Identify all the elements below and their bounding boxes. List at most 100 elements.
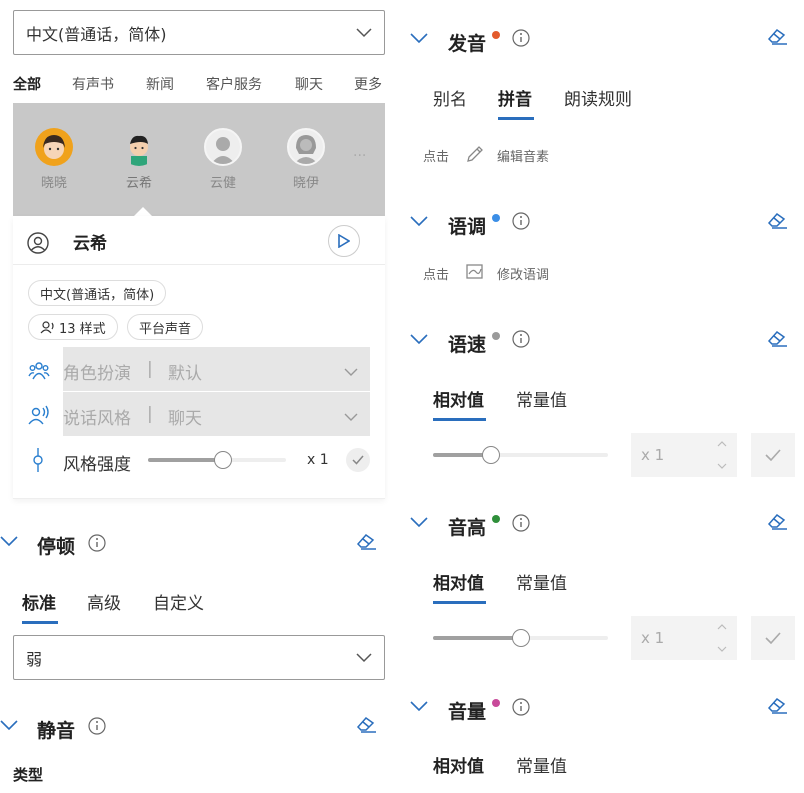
pitch-confirm-button[interactable]	[751, 616, 795, 660]
chevron-down-icon	[356, 652, 372, 662]
pitch-slider-thumb[interactable]	[512, 629, 530, 647]
info-icon[interactable]	[512, 29, 530, 47]
eraser-icon[interactable]	[356, 532, 378, 550]
chevron-down-icon[interactable]	[0, 720, 18, 731]
tab-relative[interactable]: 相对值	[433, 569, 484, 594]
pitch-slider-fill	[433, 636, 521, 640]
tab-alias[interactable]: 别名	[433, 85, 467, 110]
tab-active-underline	[22, 621, 58, 624]
category-tab-customer-service[interactable]: 客户服务	[206, 74, 262, 94]
avatar	[287, 128, 325, 166]
rate-value-input[interactable]: x 1	[631, 433, 737, 477]
role-play-separator: |	[147, 359, 153, 379]
voice-name: 晓伊	[292, 176, 319, 191]
tab-constant[interactable]: 常量值	[516, 386, 567, 411]
pronunciation-hint-click: 点击	[423, 150, 450, 165]
language-dropdown[interactable]: 中文(普通话，简体)	[13, 10, 385, 55]
stepper-icon[interactable]	[717, 622, 727, 654]
intonation-title: 语调	[448, 216, 487, 238]
tab-active-underline	[433, 418, 486, 421]
voice-card[interactable]: 晓晓	[24, 128, 84, 191]
category-tab-news[interactable]: 新闻	[146, 74, 174, 94]
pencil-icon	[467, 146, 483, 162]
edit-phoneme-link[interactable]: 编辑音素	[497, 146, 549, 165]
info-icon[interactable]	[88, 717, 106, 735]
category-tab-more[interactable]: 更多	[354, 74, 382, 94]
tab-custom[interactable]: 自定义	[153, 589, 204, 614]
eraser-icon[interactable]	[767, 27, 789, 45]
pitch-title: 音高	[448, 517, 487, 539]
intonation-status-dot	[492, 214, 500, 222]
category-tab-chat[interactable]: 聊天	[295, 74, 323, 94]
chevron-down-icon[interactable]	[410, 216, 428, 227]
speaking-style-value: 聊天	[168, 409, 202, 429]
language-dropdown-value: 中文(普通话，简体)	[26, 24, 167, 44]
check-icon	[352, 455, 364, 465]
speaking-style-separator: |	[147, 404, 153, 424]
play-icon	[338, 234, 350, 248]
eraser-icon[interactable]	[767, 696, 789, 714]
edit-intonation-link[interactable]: 修改语调	[497, 264, 549, 283]
pitch-value-input[interactable]: x 1	[631, 616, 737, 660]
chevron-down-icon[interactable]	[410, 334, 428, 345]
user-icon	[27, 232, 49, 254]
tab-relative[interactable]: 相对值	[433, 752, 484, 777]
role-play-icon	[28, 362, 50, 380]
category-tab-all[interactable]: 全部	[13, 74, 41, 94]
strength-icon	[33, 448, 43, 472]
divider	[13, 264, 385, 265]
role-play-value: 默认	[168, 364, 202, 384]
eraser-icon[interactable]	[767, 329, 789, 347]
eraser-icon[interactable]	[767, 512, 789, 530]
voice-name: 云希	[125, 176, 152, 191]
volume-title: 音量	[448, 701, 487, 723]
rate-slider-thumb[interactable]	[482, 446, 500, 464]
mute-title: 静音	[37, 720, 76, 742]
stepper-icon[interactable]	[717, 439, 727, 471]
voice-card[interactable]: 云希	[109, 128, 169, 191]
strength-slider-thumb[interactable]	[214, 451, 232, 469]
rate-title: 语速	[448, 334, 487, 356]
eraser-icon[interactable]	[356, 715, 378, 733]
rate-confirm-button[interactable]	[751, 433, 795, 477]
strength-confirm-button[interactable]	[346, 448, 370, 472]
chevron-down-icon[interactable]	[0, 536, 18, 547]
check-icon	[765, 449, 781, 461]
chevron-down-icon	[356, 27, 372, 37]
more-voices[interactable]: ···	[353, 148, 366, 164]
chevron-down-icon[interactable]	[410, 517, 428, 528]
voice-name: 晓晓	[40, 176, 67, 191]
tab-pinyin[interactable]: 拼音	[498, 85, 532, 110]
tab-reading-rules[interactable]: 朗读规则	[564, 85, 632, 110]
tab-constant[interactable]: 常量值	[516, 569, 567, 594]
rate-status-dot	[492, 332, 500, 340]
voice-card[interactable]: 晓伊	[276, 128, 336, 191]
tab-relative[interactable]: 相对值	[433, 386, 484, 411]
pause-title: 停顿	[37, 536, 76, 558]
eraser-icon[interactable]	[767, 211, 789, 229]
info-icon[interactable]	[512, 330, 530, 348]
info-icon[interactable]	[512, 514, 530, 532]
pause-dropdown[interactable]: 弱	[13, 635, 385, 680]
chevron-down-icon[interactable]	[410, 33, 428, 44]
category-tab-audiobook[interactable]: 有声书	[72, 74, 114, 94]
avatar	[204, 128, 242, 166]
info-icon[interactable]	[512, 212, 530, 230]
pronunciation-status-dot	[492, 31, 500, 39]
volume-status-dot	[492, 699, 500, 707]
play-button[interactable]	[328, 225, 360, 257]
avatar	[120, 128, 158, 166]
styles-tag[interactable]: 13 样式	[28, 314, 118, 340]
category-tabs: 全部 有声书 新闻 客户服务 聊天 更多	[13, 72, 385, 96]
tab-constant[interactable]: 常量值	[516, 752, 567, 777]
tab-advanced[interactable]: 高级	[87, 589, 121, 614]
pitch-status-dot	[492, 515, 500, 523]
info-icon[interactable]	[88, 534, 106, 552]
chevron-down-icon[interactable]	[410, 701, 428, 712]
info-icon[interactable]	[512, 698, 530, 716]
voice-card[interactable]: 云健	[193, 128, 253, 191]
tab-standard[interactable]: 标准	[22, 589, 56, 614]
mute-type-label: 类型	[13, 766, 44, 784]
chevron-down-icon	[344, 413, 358, 421]
platform-voice-tag: 平台声音	[127, 314, 204, 340]
